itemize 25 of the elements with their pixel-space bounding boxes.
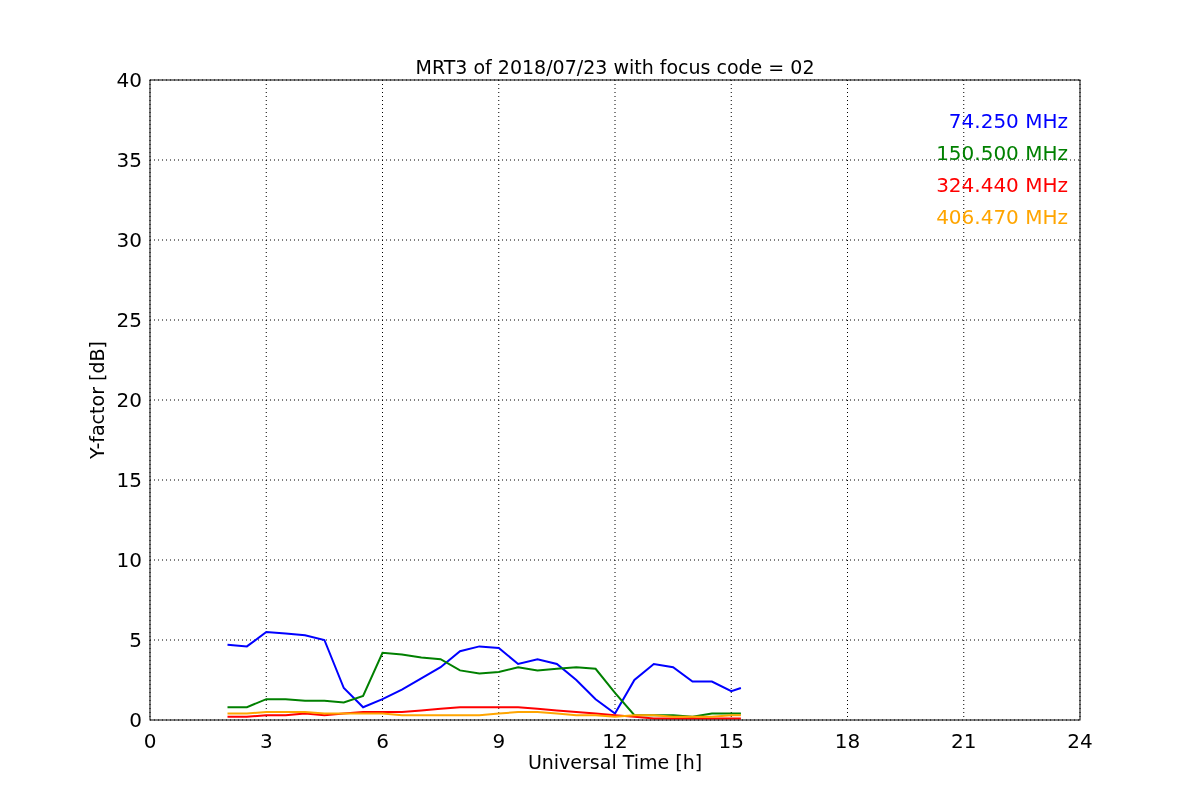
tick-label: 35: [116, 148, 142, 172]
tick-label: 6: [376, 729, 389, 753]
tick-label: 0: [143, 729, 157, 753]
chart-title: MRT3 of 2018/07/23 with focus code = 02: [415, 56, 815, 78]
legend-label: 324.440 MHz: [936, 173, 1068, 197]
legend-label: 74.250 MHz: [948, 109, 1068, 133]
tick-label: 5: [129, 628, 142, 652]
tick-label: 9: [492, 729, 506, 753]
tick-label: 21: [951, 729, 977, 753]
tick-label: 30: [116, 228, 142, 252]
tick-label: 20: [116, 388, 142, 412]
tick-label: 24: [1067, 729, 1093, 753]
tick-label: 25: [116, 308, 142, 332]
legend-label: 150.500 MHz: [936, 141, 1068, 165]
axis-label: Universal Time [h]: [527, 751, 703, 773]
tick-label: 15: [718, 729, 744, 753]
tick-label: 3: [259, 729, 273, 753]
tick-label: 18: [834, 729, 861, 753]
tick-label: 12: [602, 729, 628, 753]
tick-label: 10: [116, 548, 142, 572]
legend-label: 406.470 MHz: [936, 205, 1068, 229]
tick-label: 40: [116, 68, 142, 92]
axis-label: Y-factor [dB]: [86, 341, 108, 459]
tick-label: 15: [116, 468, 142, 492]
tick-label: 0: [129, 708, 142, 732]
